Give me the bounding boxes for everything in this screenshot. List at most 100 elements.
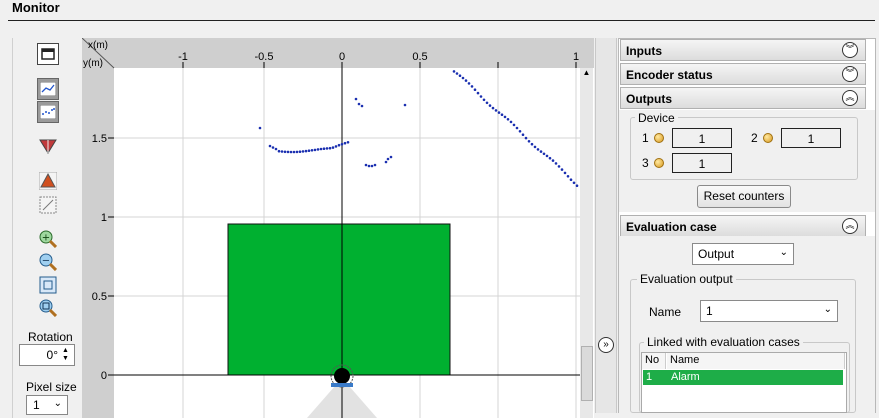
chevron-down-icon: ⌄: [823, 304, 832, 315]
row-name: Alarm: [671, 371, 700, 383]
x-tick-label: 0.5: [412, 51, 427, 63]
chevron-down-icon: ⌄: [53, 398, 62, 409]
scan-point: [572, 181, 576, 185]
collapse-panel-icon[interactable]: »: [598, 337, 614, 353]
scan-point: [542, 152, 546, 156]
zoom-fit-button[interactable]: [37, 274, 59, 296]
scan-point: [328, 146, 332, 150]
protective-field[interactable]: [227, 223, 451, 376]
grid-view-button[interactable]: [37, 194, 59, 216]
scan-point: [286, 150, 290, 154]
scan-point: [458, 74, 462, 77]
y-tick-label: 0.5: [92, 291, 107, 303]
scan-point: [295, 150, 299, 154]
line-view-button[interactable]: [37, 78, 59, 100]
scan-point: [357, 102, 361, 106]
scan-point: [268, 144, 272, 148]
inputs-header[interactable]: Inputs: [620, 39, 866, 61]
scan-point: [548, 156, 552, 160]
scan-point: [319, 147, 323, 151]
y-tick-label: 1.5: [92, 133, 107, 145]
scanner-field-icon: [39, 139, 57, 154]
scanner-icon[interactable]: [334, 368, 350, 384]
dot-view-button[interactable]: [37, 101, 59, 123]
scan-point: [334, 145, 338, 148]
panel-splitter[interactable]: [595, 38, 617, 413]
linked-cases-title: Linked with evaluation cases: [644, 335, 803, 349]
scan-point: [292, 150, 296, 154]
scan-point: [271, 146, 275, 149]
perspective-button[interactable]: [37, 170, 59, 192]
window-icon: [41, 48, 55, 60]
scan-point: [479, 95, 483, 98]
scan-point: [364, 163, 368, 167]
scan-point: [403, 103, 407, 107]
device-counter: 1: [672, 153, 732, 173]
monitor-plot[interactable]: x(m) y(m) -1 -0.5 0 0.5 1 1.5 1 0.5 0: [82, 38, 594, 418]
reset-counters-button[interactable]: Reset counters: [697, 185, 791, 208]
collapse-up-icon[interactable]: ︽: [842, 90, 858, 106]
scan-point: [482, 98, 486, 102]
device-number: 2: [751, 131, 758, 145]
scan-point: [521, 133, 525, 136]
zoom-reset-button[interactable]: [37, 297, 59, 319]
expand-down-icon[interactable]: ︾: [842, 66, 858, 82]
scan-point: [360, 104, 364, 108]
scan-point: [470, 85, 474, 88]
scan-point: [343, 141, 347, 145]
scan-point: [280, 150, 284, 153]
scan-point: [307, 149, 311, 152]
scroll-up-icon[interactable]: ▲: [580, 68, 593, 82]
table-row[interactable]: 1 Alarm: [643, 370, 843, 385]
scan-point: [476, 91, 480, 95]
table-header-name[interactable]: Name: [667, 353, 845, 369]
scan-point: [560, 168, 564, 171]
x-tick-label: 0: [339, 51, 345, 63]
expand-down-icon[interactable]: ︾: [842, 42, 858, 58]
scrollbar-thumb[interactable]: [581, 346, 593, 401]
scan-point: [509, 120, 513, 124]
row-no: 1: [646, 371, 653, 383]
scan-point: [551, 159, 555, 162]
encoder-status-header[interactable]: Encoder status: [620, 63, 866, 85]
scan-point: [569, 178, 573, 181]
scan-point: [316, 148, 320, 151]
scan-point: [545, 154, 549, 158]
outputs-header[interactable]: Outputs: [620, 87, 866, 109]
scan-point: [283, 150, 287, 154]
scan-point: [384, 160, 388, 164]
svg-text:−: −: [42, 256, 50, 267]
scan-point: [325, 147, 329, 150]
table-header-no[interactable]: No: [642, 353, 666, 369]
zoom-in-button[interactable]: +: [37, 228, 59, 250]
pixel-size-value: 1: [33, 398, 40, 412]
device-counter: 1: [781, 128, 841, 148]
zoom-reset-icon: [39, 299, 57, 317]
zoom-out-button[interactable]: −: [37, 251, 59, 273]
status-led-icon: [654, 158, 664, 168]
scan-point: [455, 72, 459, 75]
scan-point: [367, 164, 371, 168]
scan-point: [473, 88, 477, 91]
scan-point: [518, 130, 522, 133]
pixel-size-select[interactable]: 1 ⌄: [26, 395, 68, 415]
scan-point: [304, 149, 308, 153]
evaluation-type-select[interactable]: Output ⌄: [692, 243, 794, 265]
spin-down-icon[interactable]: ▼: [62, 355, 69, 363]
scan-point: [524, 136, 528, 140]
scan-point: [354, 97, 358, 101]
scan-point: [512, 123, 516, 127]
line-graph-icon: [40, 82, 56, 96]
evaluation-case-header[interactable]: Evaluation case: [620, 215, 866, 237]
spin-up-icon[interactable]: ▲: [62, 347, 69, 355]
name-select[interactable]: 1 ⌄: [700, 300, 838, 322]
inputs-title: Inputs: [626, 44, 662, 58]
rotation-spinner[interactable]: ▲ ▼: [62, 347, 69, 363]
field-view-button[interactable]: [37, 135, 59, 157]
maximize-view-button[interactable]: [37, 43, 59, 65]
device-group: [630, 117, 858, 180]
scan-point: [485, 101, 489, 105]
collapse-up-icon[interactable]: ︽: [842, 218, 858, 234]
scan-point: [515, 126, 519, 130]
name-select-value: 1: [706, 304, 713, 318]
